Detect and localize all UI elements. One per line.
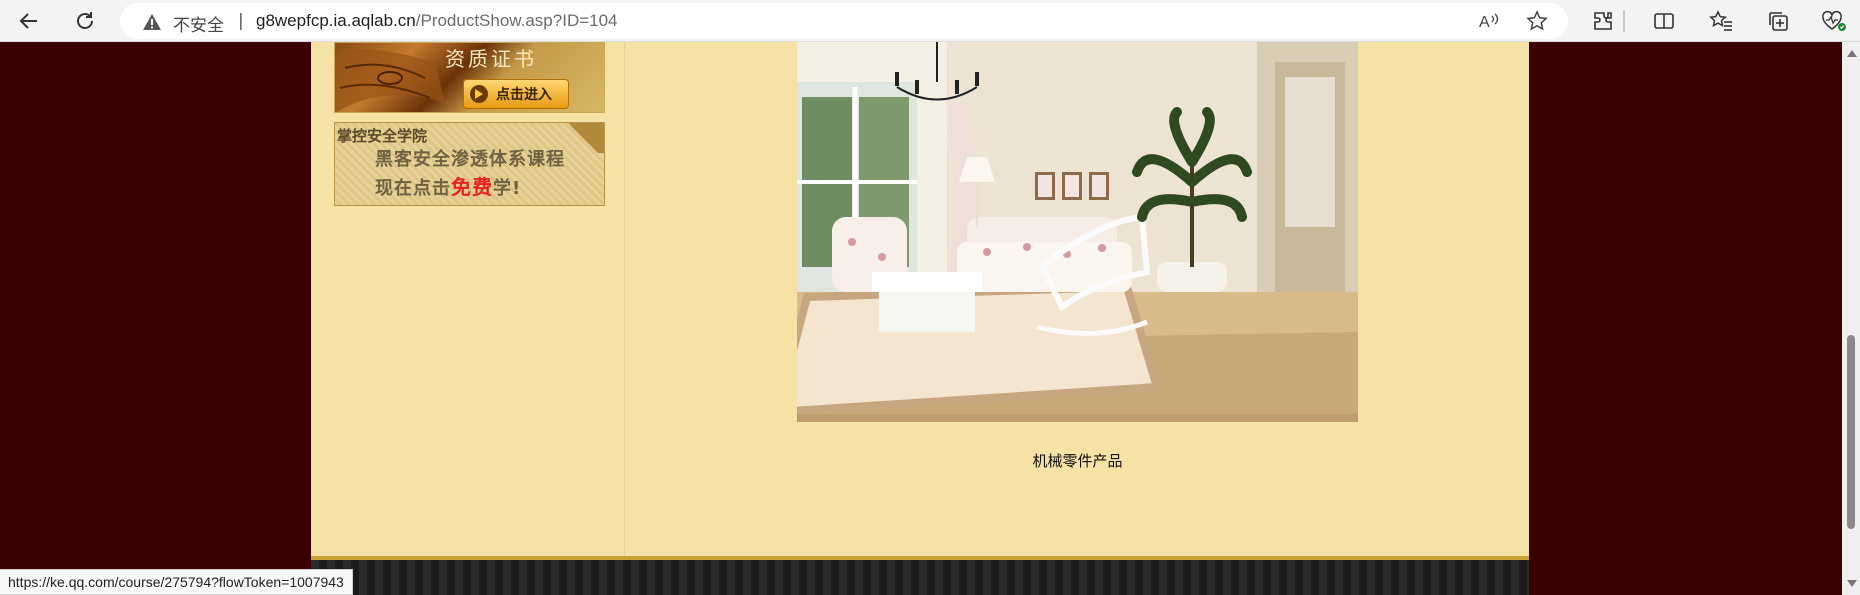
scroll-down-arrow-icon[interactable] [1847, 580, 1857, 587]
svg-text:A: A [1479, 14, 1490, 31]
url-separator: | [238, 11, 244, 31]
address-bar[interactable]: 不安全 | g8wepfcp.ia.aqlab.cn/ProductShow.a… [120, 3, 1568, 39]
favorites-icon[interactable] [1706, 6, 1736, 36]
security-label[interactable]: 不安全 [173, 11, 224, 36]
extensions-icon[interactable] [1588, 6, 1618, 36]
collections-icon[interactable] [1763, 6, 1793, 36]
browser-essentials-icon[interactable] [1819, 6, 1849, 36]
content-area: 资质证书 点击进入 掌控安全学院 黑客安全渗透体系课程 现在点击免费学! 机械零… [311, 42, 1529, 556]
academy-course-text: 黑客安全渗透体系课程 [375, 149, 565, 170]
vertical-scrollbar[interactable] [1842, 42, 1860, 595]
url-text[interactable]: g8wepfcp.ia.aqlab.cn/ProductShow.asp?ID=… [256, 11, 618, 31]
refresh-icon[interactable] [70, 6, 100, 36]
academy-title: 掌控安全学院 [337, 127, 428, 145]
play-icon [470, 85, 488, 103]
status-bar-url: https://ke.qq.com/course/275794?flowToke… [0, 569, 353, 595]
academy-line2-prefix: 现在点击 [375, 178, 451, 199]
product-caption: 机械零件产品 [1032, 452, 1123, 470]
url-host: g8wepfcp.ia.aqlab.cn [256, 11, 416, 30]
enter-button[interactable]: 点击进入 [463, 79, 569, 109]
free-highlight: 免费 [451, 175, 493, 199]
wood-texture-image [335, 49, 445, 112]
scroll-up-arrow-icon[interactable] [1847, 50, 1857, 57]
academy-line2-suffix: 学! [493, 178, 522, 199]
scrollbar-thumb[interactable] [1847, 335, 1855, 529]
url-path: /ProductShow.asp?ID=104 [415, 11, 618, 30]
enter-button-label: 点击进入 [496, 87, 552, 103]
read-aloud-icon[interactable]: A [1478, 9, 1502, 33]
footer-decoration [311, 556, 1529, 595]
back-icon[interactable] [14, 6, 44, 36]
product-image [797, 42, 1358, 422]
browser-toolbar: 不安全 | g8wepfcp.ia.aqlab.cn/ProductShow.a… [0, 0, 1860, 42]
page-viewport: 资质证书 点击进入 掌控安全学院 黑客安全渗透体系课程 现在点击免费学! 机械零… [0, 42, 1842, 595]
favorite-star-icon[interactable] [1525, 9, 1549, 33]
toolbar-divider [1623, 10, 1625, 32]
column-divider [624, 42, 625, 556]
certificate-title: 资质证书 [445, 47, 537, 71]
certificate-banner[interactable]: 资质证书 点击进入 [334, 42, 605, 113]
warning-icon[interactable] [142, 13, 162, 35]
split-screen-icon[interactable] [1649, 6, 1679, 36]
academy-banner[interactable]: 掌控安全学院 黑客安全渗透体系课程 现在点击免费学! [334, 122, 605, 206]
academy-free-text: 现在点击免费学! [375, 171, 521, 200]
